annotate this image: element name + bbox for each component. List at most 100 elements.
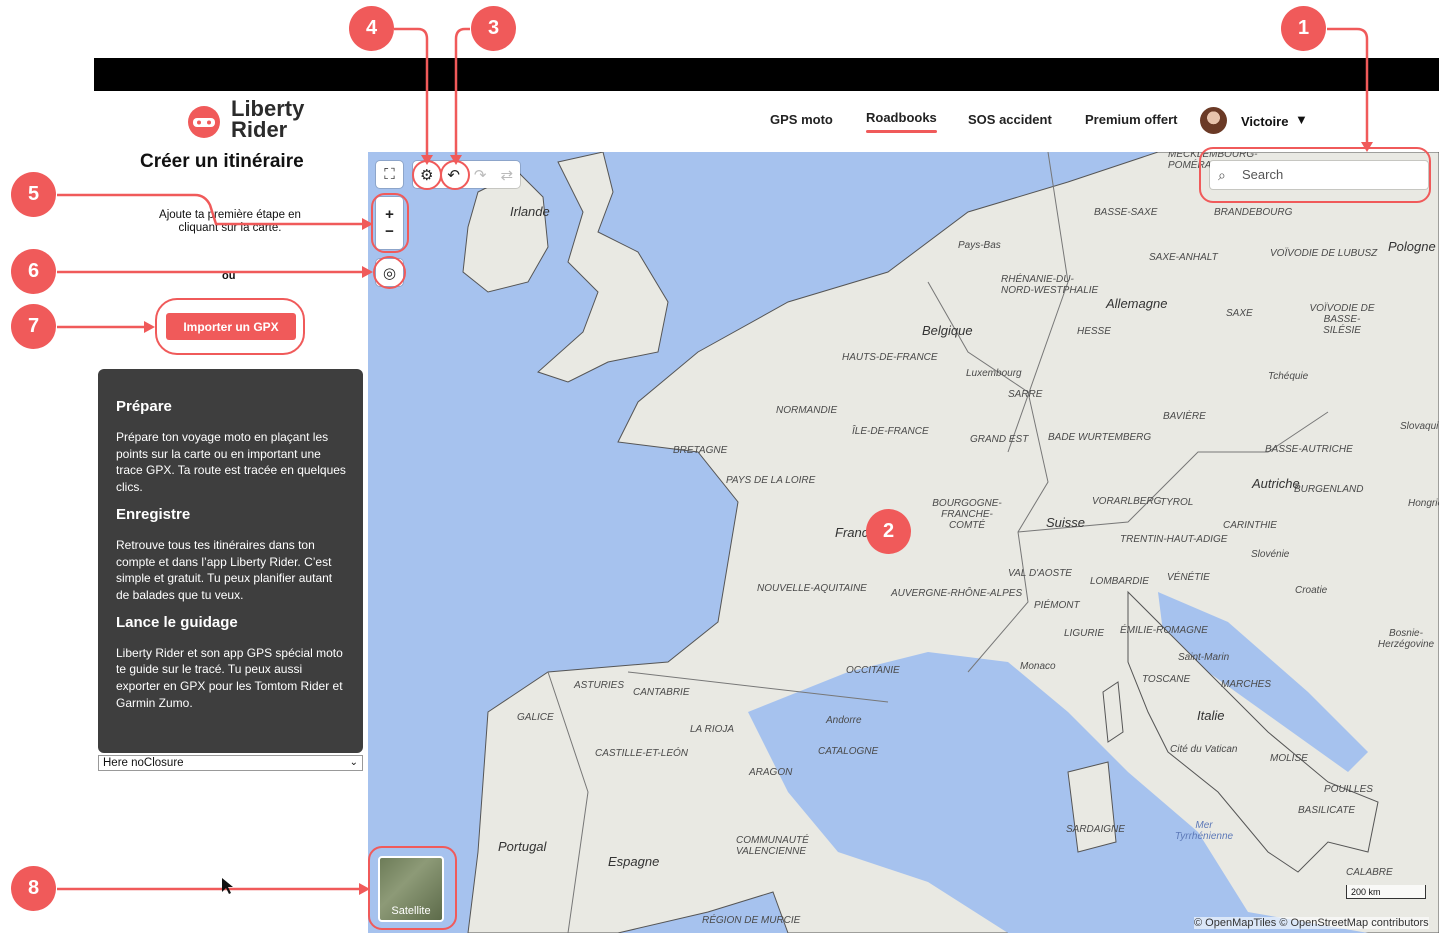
info-panel: Prépare Prépare ton voyage moto en plaça… xyxy=(98,369,363,753)
map-label: Espagne xyxy=(608,854,660,869)
map-label: CALABRE xyxy=(1346,867,1393,878)
map-label: MARCHES xyxy=(1221,679,1272,690)
map-label: Pologne xyxy=(1388,239,1436,254)
map-label: POUILLES xyxy=(1324,784,1373,795)
map-label: ÉMILIE-ROMAGNE xyxy=(1120,625,1208,636)
map-scale: 200 km xyxy=(1346,885,1426,899)
map-label: Irlande xyxy=(510,204,550,219)
redo-button[interactable]: ↷ xyxy=(474,166,487,184)
map-label: CARINTHIE xyxy=(1223,520,1277,531)
nav-premium-offert[interactable]: Premium offert xyxy=(1085,112,1177,127)
helmet-icon xyxy=(188,106,220,138)
map-label: GRAND EST xyxy=(970,434,1029,445)
info-text: Retrouve tous tes itinéraires dans ton c… xyxy=(116,537,333,602)
expand-icon: ⛶ xyxy=(384,166,395,183)
callout-ring xyxy=(368,846,457,930)
nav-sos-accident[interactable]: SOS accident xyxy=(968,112,1052,127)
select-value: Here noClosure xyxy=(103,757,184,769)
map-label: Slovaquie xyxy=(1400,421,1439,432)
map-label: BASSE-SAXE xyxy=(1094,207,1158,218)
map-label: GALICE xyxy=(517,712,554,723)
map-label: Cité du Vatican xyxy=(1170,744,1238,755)
avatar[interactable] xyxy=(1200,107,1227,134)
map-label: Luxembourg xyxy=(966,368,1022,379)
map-label: Belgique xyxy=(922,323,973,338)
map-label: ARAGON xyxy=(749,767,793,778)
caret-down-icon[interactable]: ▼ xyxy=(1295,112,1308,127)
map-label: BRANDEBOURG xyxy=(1214,207,1293,218)
map-label: VÉNÉTIE xyxy=(1167,572,1210,583)
map-label: NORMANDIE xyxy=(776,405,838,416)
callout-badge: 8 xyxy=(11,866,56,911)
map-label: LA RIOJA xyxy=(690,724,735,735)
map-label: VORARLBERG xyxy=(1092,496,1162,507)
map-label: Monaco xyxy=(1020,661,1056,672)
map-label: TYROL xyxy=(1160,497,1194,508)
callout-badge: 6 xyxy=(11,249,56,294)
routing-profile-select[interactable]: Here noClosure ⌄ xyxy=(98,755,363,771)
info-heading: Enregistre xyxy=(116,505,191,523)
callout-ring xyxy=(440,160,470,190)
map-label: OCCITANIE xyxy=(846,665,900,676)
mouse-cursor-icon xyxy=(222,878,233,894)
brand-name: Liberty Rider xyxy=(231,96,305,142)
map-label: Tchéquie xyxy=(1268,371,1309,382)
info-text: Prépare ton voyage moto en plaçant les p… xyxy=(116,430,346,495)
callout-ring xyxy=(1199,147,1431,203)
first-step-hint: Ajoute ta première étape en cliquant sur… xyxy=(159,209,301,234)
map-label: SARRE xyxy=(1008,389,1043,400)
top-black-bar xyxy=(94,58,1439,91)
map-label: RHÉNANIE-DU-NORD-WESTPHALIE xyxy=(1001,274,1099,296)
callout-badge: 2 xyxy=(866,509,911,554)
map-label: ASTURIES xyxy=(574,680,625,691)
user-name[interactable]: Victoire xyxy=(1241,114,1288,129)
callout-badge: 5 xyxy=(11,172,56,217)
map-label: PIÉMONT xyxy=(1034,600,1080,611)
fullscreen-button[interactable]: ⛶ xyxy=(376,161,403,188)
map-label: Autriche xyxy=(1252,476,1300,491)
map-label: LOMBARDIE xyxy=(1090,576,1149,587)
map-label: CASTILLE-ET-LEÓN xyxy=(595,748,688,759)
map-label: VAL D'AOSTE xyxy=(1008,568,1072,579)
map-label: MOLISE xyxy=(1270,753,1308,764)
info-heading: Prépare xyxy=(116,398,172,415)
map-label: Pays-Bas xyxy=(958,240,1001,251)
map-label: TRENTIN-HAUT-ADIGE xyxy=(1120,534,1228,545)
map-label: Suisse xyxy=(1046,515,1086,530)
map-label: SARDAIGNE xyxy=(1066,824,1125,835)
map-label: BADE WURTEMBERG xyxy=(1048,432,1152,443)
callout-badge: 1 xyxy=(1281,6,1326,51)
map-attribution[interactable]: © OpenMapTiles © OpenStreetMap contribut… xyxy=(1194,917,1429,929)
map-label: Hongrie xyxy=(1408,498,1439,509)
callout-ring xyxy=(412,160,442,190)
callout-ring xyxy=(155,298,305,355)
map-label: CANTABRIE xyxy=(633,687,690,698)
reverse-route-button[interactable]: ⇄ xyxy=(500,166,513,184)
page-title: Créer un itinéraire xyxy=(140,151,304,172)
map-label: BASILICATE xyxy=(1298,805,1356,816)
map-label: SAXE xyxy=(1226,308,1253,319)
map-label: Italie xyxy=(1197,708,1225,723)
map-label: Croatie xyxy=(1295,585,1328,596)
callout-badge: 4 xyxy=(349,6,394,51)
chevron-down-icon: ⌄ xyxy=(349,757,358,768)
map-label: BAVIÈRE xyxy=(1163,411,1206,422)
info-heading: Lance le guidage xyxy=(116,613,238,631)
map-label: HESSE xyxy=(1077,326,1111,337)
map-label: Bosnie-Herzégovine xyxy=(1377,628,1435,650)
map-label: BRETAGNE xyxy=(673,445,728,456)
map-label: Saint-Marin xyxy=(1178,652,1230,663)
liberty-rider-logo[interactable]: Liberty Rider xyxy=(186,98,356,144)
map-label: LIGURIE xyxy=(1064,628,1105,639)
map-label: PAYS DE LA LOIRE xyxy=(726,475,816,486)
nav-gps-moto[interactable]: GPS moto xyxy=(770,112,833,127)
map-label: Andorre xyxy=(826,715,862,726)
nav-roadbooks[interactable]: Roadbooks xyxy=(866,110,937,133)
map-label: HAUTS-DE-FRANCE xyxy=(842,352,938,363)
map-label: Mer Tyrrhénienne xyxy=(1174,820,1234,842)
info-text: Liberty Rider et son app GPS spécial mot… xyxy=(116,645,343,710)
map-label: NOUVELLE-AQUITAINE xyxy=(757,583,867,594)
callout-badge: 7 xyxy=(11,304,56,349)
callout-ring xyxy=(373,256,406,289)
map-label: Slovénie xyxy=(1251,549,1290,560)
